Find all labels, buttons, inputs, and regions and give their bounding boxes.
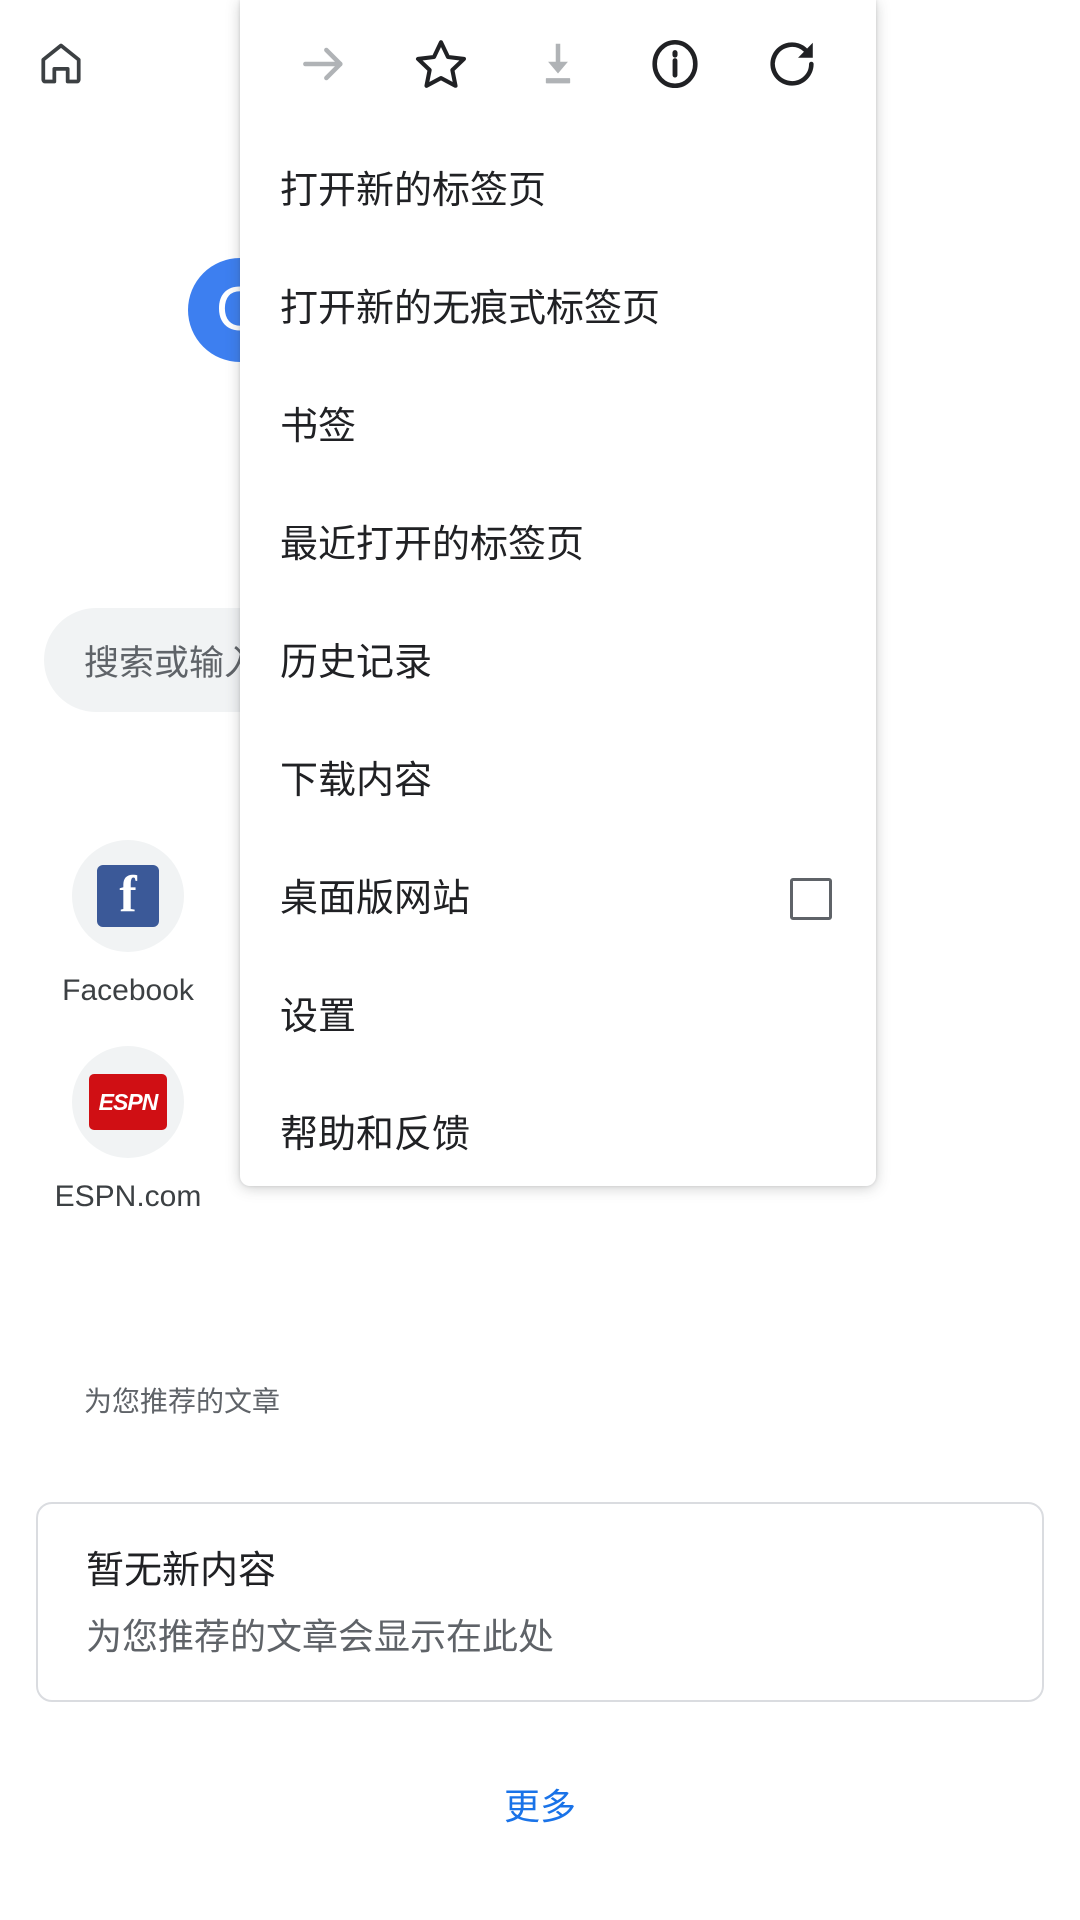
- espn-icon: ESPN: [72, 1046, 184, 1158]
- facebook-icon: [72, 840, 184, 952]
- menu-item-label: 桌面版网站: [280, 878, 471, 920]
- menu-item-new-incognito-tab[interactable]: 打开新的无痕式标签页: [240, 250, 876, 368]
- menu-item-history[interactable]: 历史记录: [240, 604, 876, 722]
- menu-item-label: 打开新的标签页: [280, 170, 547, 212]
- menu-item-label: 书签: [280, 406, 357, 448]
- refresh-icon[interactable]: [733, 0, 850, 128]
- screen: G 搜索或输入网址 Facebook ESPN ESPN.com 为您推荐的文章…: [0, 0, 1080, 1920]
- menu-item-downloads[interactable]: 下载内容: [240, 722, 876, 840]
- menu-toolbar: [240, 0, 876, 128]
- menu-item-new-tab[interactable]: 打开新的标签页: [240, 132, 876, 250]
- feed-empty-subtitle: 为您推荐的文章会显示在此处: [86, 1615, 555, 1657]
- forward-arrow-icon[interactable]: [266, 0, 383, 128]
- menu-item-help-and-feedback[interactable]: 帮助和反馈: [240, 1076, 876, 1194]
- menu-item-desktop-site[interactable]: 桌面版网站: [240, 840, 876, 958]
- menu-item-recent-tabs[interactable]: 最近打开的标签页: [240, 486, 876, 604]
- download-icon[interactable]: [500, 0, 617, 128]
- menu-item-label: 设置: [280, 996, 357, 1038]
- feed-empty-card: 暂无新内容 为您推荐的文章会显示在此处: [36, 1502, 1044, 1702]
- menu-item-label: 帮助和反馈: [280, 1114, 471, 1156]
- shortcut-label: Facebook: [62, 974, 194, 1007]
- menu-item-label: 下载内容: [280, 760, 433, 802]
- feed-empty-title: 暂无新内容: [86, 1550, 277, 1592]
- menu-item-settings[interactable]: 设置: [240, 958, 876, 1076]
- menu-item-bookmarks[interactable]: 书签: [240, 368, 876, 486]
- star-icon[interactable]: [383, 0, 500, 128]
- feed-section-header: 为您推荐的文章: [84, 1386, 281, 1417]
- menu-item-label: 历史记录: [280, 642, 433, 684]
- shortcut-label: ESPN.com: [54, 1180, 202, 1213]
- info-icon[interactable]: [616, 0, 733, 128]
- overflow-menu: 打开新的标签页 打开新的无痕式标签页 书签 最近打开的标签页 历史记录 下载内容…: [240, 0, 876, 1186]
- shortcut-tile-facebook[interactable]: Facebook: [28, 840, 228, 1008]
- shortcut-tile-espn[interactable]: ESPN ESPN.com: [28, 1046, 228, 1214]
- home-icon[interactable]: [30, 32, 92, 94]
- desktop-site-checkbox[interactable]: [790, 878, 832, 920]
- espn-wordmark: ESPN: [98, 1088, 159, 1115]
- more-link[interactable]: 更多: [0, 1778, 1080, 1830]
- menu-item-list: 打开新的标签页 打开新的无痕式标签页 书签 最近打开的标签页 历史记录 下载内容…: [240, 128, 876, 1194]
- menu-item-label: 打开新的无痕式标签页: [280, 288, 661, 330]
- menu-item-label: 最近打开的标签页: [280, 524, 585, 566]
